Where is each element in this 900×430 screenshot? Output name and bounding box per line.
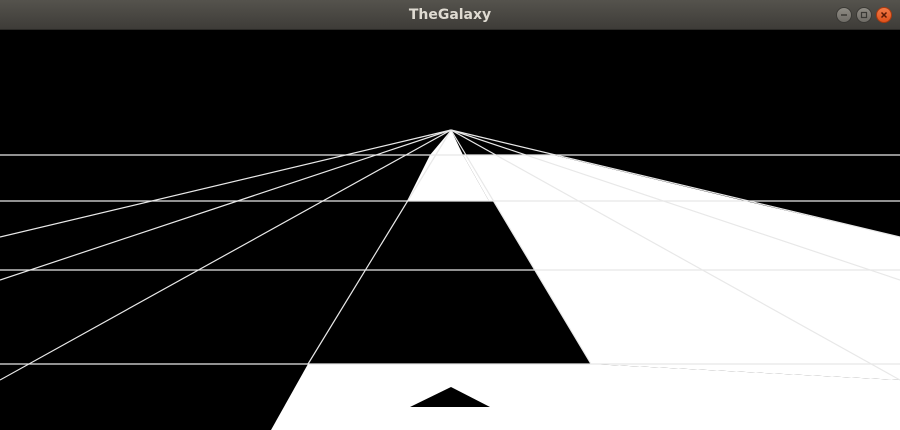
close-icon [880, 11, 888, 19]
game-viewport[interactable] [0, 30, 900, 430]
window-controls [836, 7, 892, 23]
app-window: TheGalaxy [0, 0, 900, 430]
window-title: TheGalaxy [408, 7, 492, 23]
title-bar[interactable]: TheGalaxy [0, 0, 900, 30]
maximize-button[interactable] [856, 7, 872, 23]
minimize-button[interactable] [836, 7, 852, 23]
close-button[interactable] [876, 7, 892, 23]
maximize-icon [860, 11, 868, 19]
game-canvas[interactable] [0, 30, 900, 430]
minimize-icon [841, 14, 847, 16]
